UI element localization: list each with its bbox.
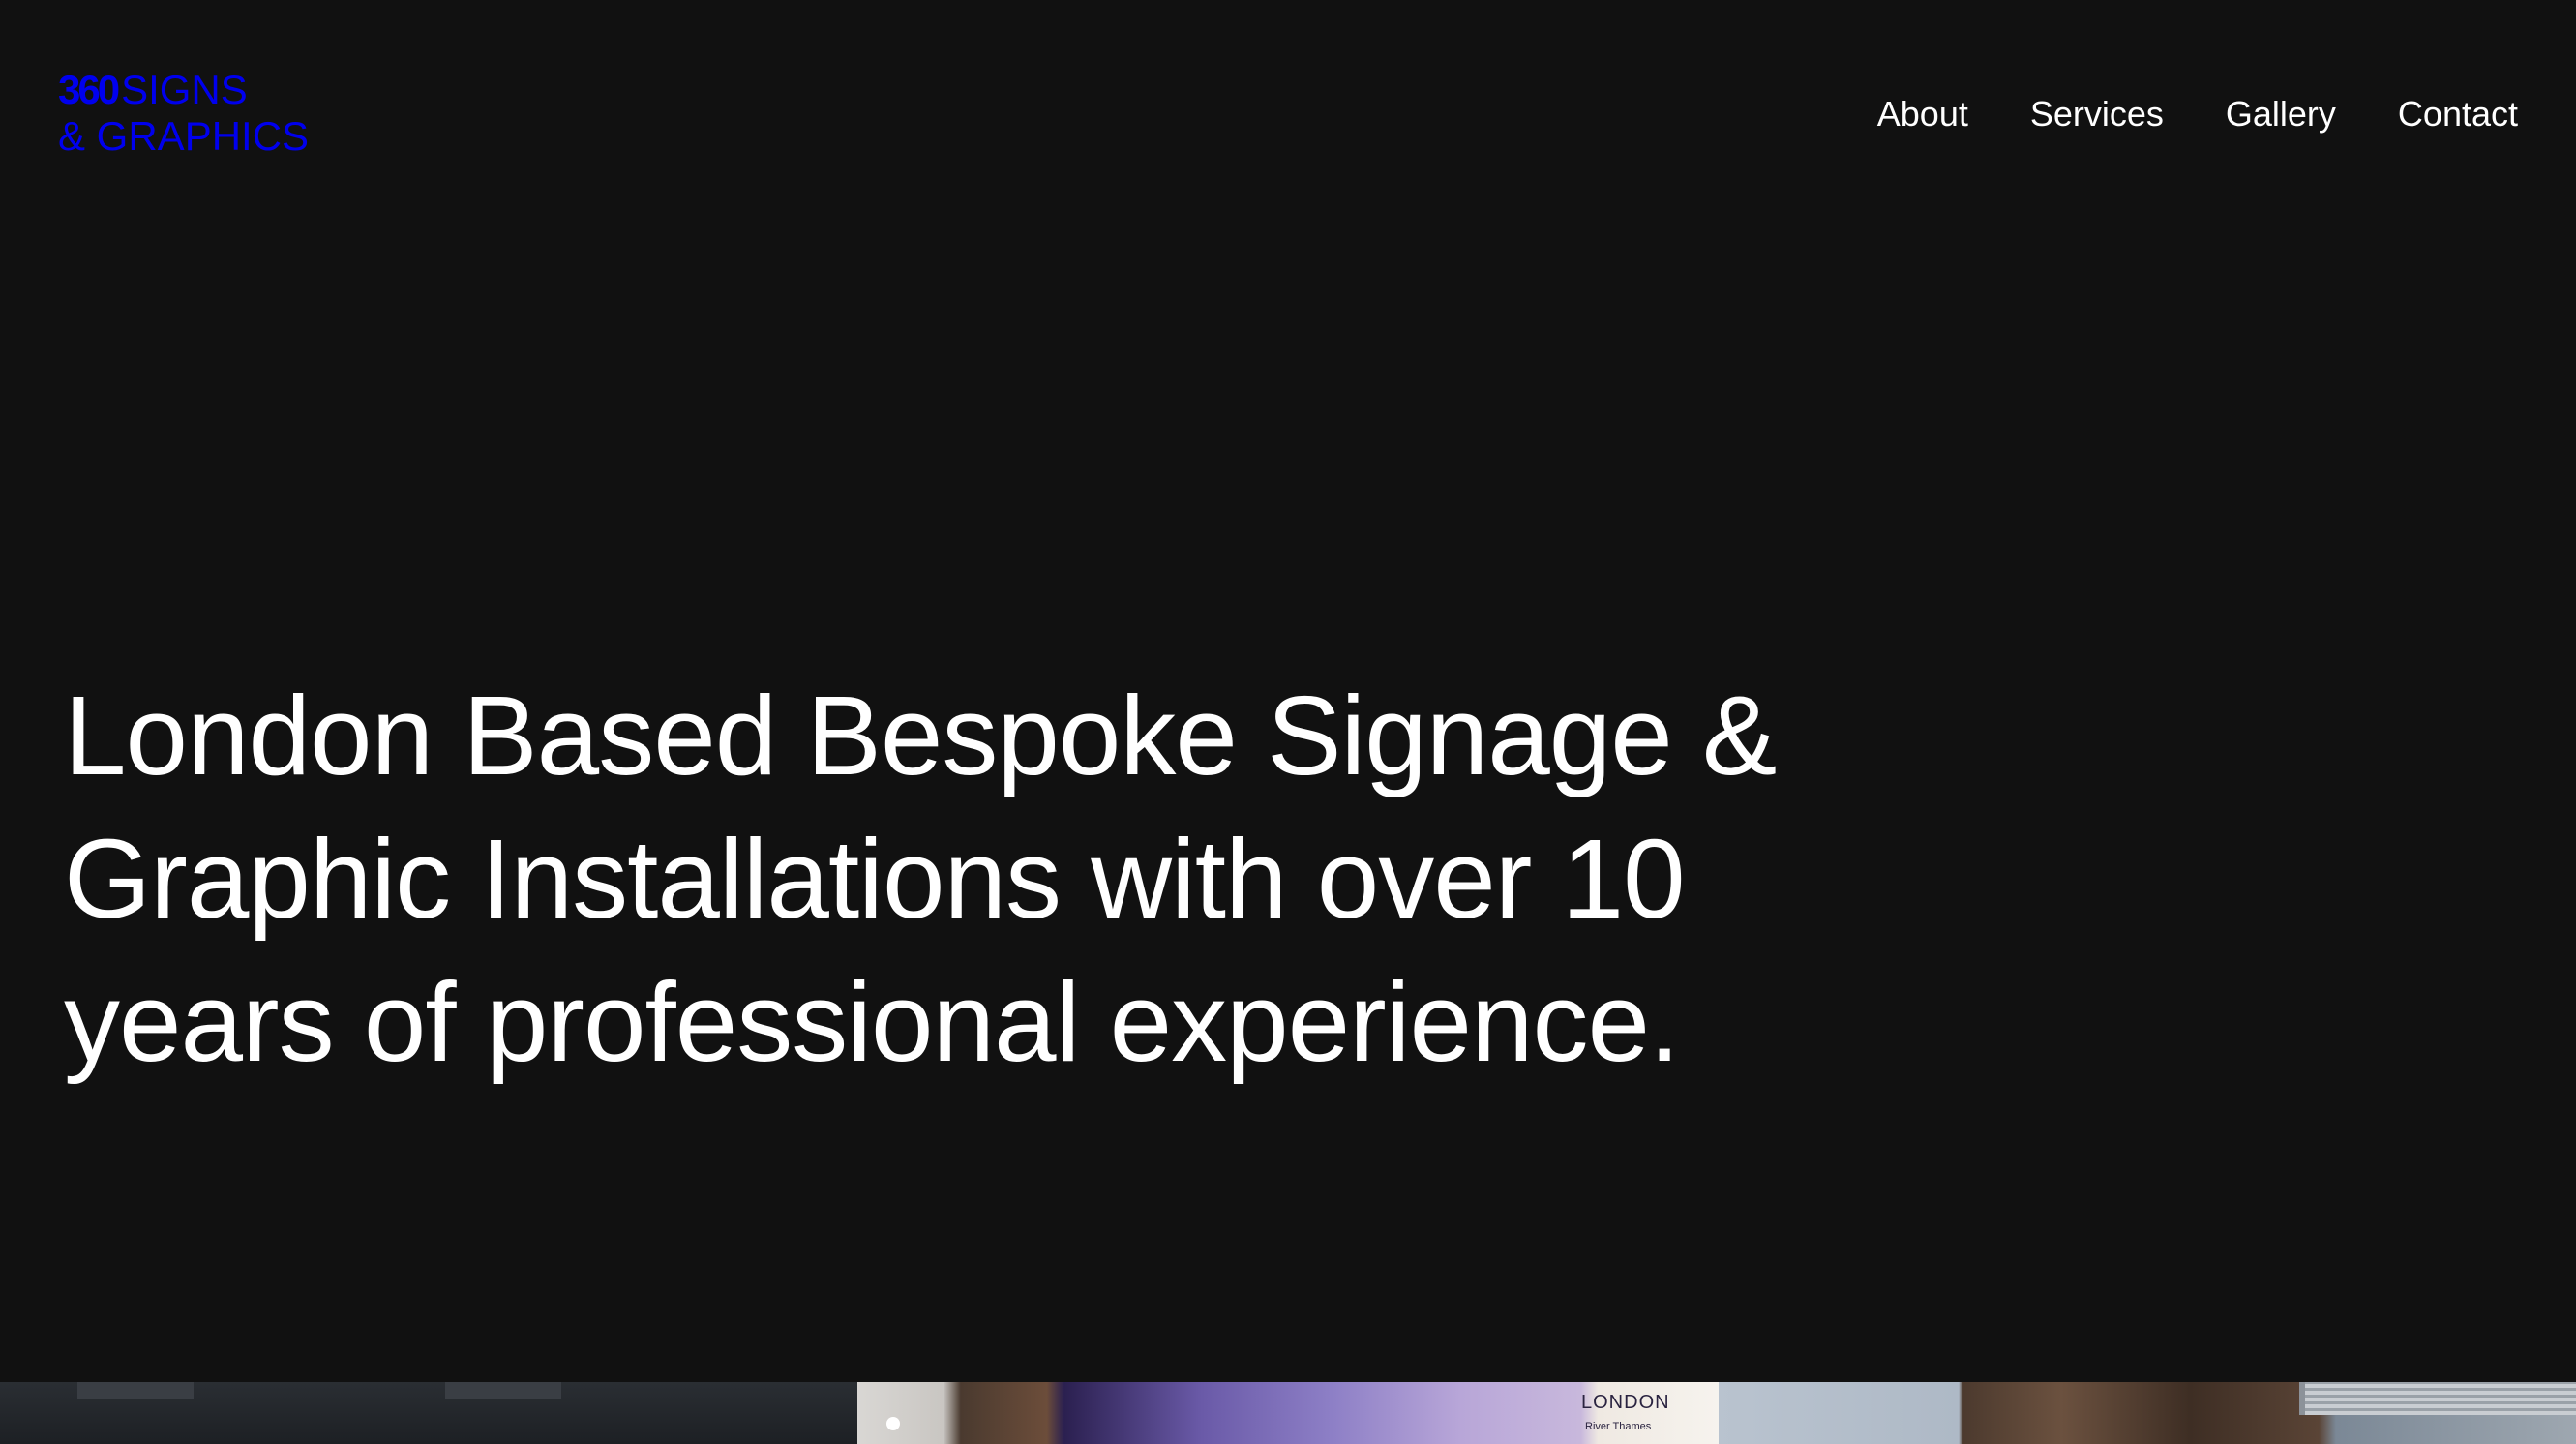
- spotlight-shape: [886, 1417, 900, 1430]
- nav-link-services[interactable]: Services: [2030, 93, 2164, 135]
- map-label: LONDON: [1581, 1392, 1670, 1413]
- hero-line-2: Graphic Installations with over 10: [64, 816, 1686, 942]
- logo-line-2: & GRAPHICS: [58, 113, 310, 159]
- gallery-image-3[interactable]: [1719, 1382, 2576, 1444]
- main-nav: About Services Gallery Contact: [1877, 93, 2518, 135]
- gallery-strip: LONDON River Thames: [0, 1382, 2576, 1444]
- site-logo[interactable]: 360SIGNS & GRAPHICS: [58, 66, 329, 159]
- gallery-image-1[interactable]: [0, 1382, 857, 1444]
- map-sublabel: River Thames: [1585, 1421, 1652, 1432]
- ceiling-light-shape: [77, 1382, 194, 1399]
- logo-number: 360: [58, 67, 120, 112]
- logo-word: SIGNS: [121, 67, 248, 112]
- nav-link-contact[interactable]: Contact: [2398, 93, 2518, 135]
- gallery-image-2[interactable]: LONDON River Thames: [857, 1382, 1719, 1444]
- hero-line-3: years of professional experience.: [64, 959, 1680, 1085]
- nav-link-gallery[interactable]: Gallery: [2226, 93, 2336, 135]
- hero-heading: London Based Bespoke Signage & Graphic I…: [64, 664, 1961, 1094]
- air-vent-shape: [2299, 1382, 2576, 1415]
- hero-line-1: London Based Bespoke Signage &: [64, 673, 1777, 798]
- ceiling-light-shape: [445, 1382, 561, 1399]
- logo-line-1: 360SIGNS: [58, 70, 248, 110]
- nav-link-about[interactable]: About: [1877, 93, 1968, 135]
